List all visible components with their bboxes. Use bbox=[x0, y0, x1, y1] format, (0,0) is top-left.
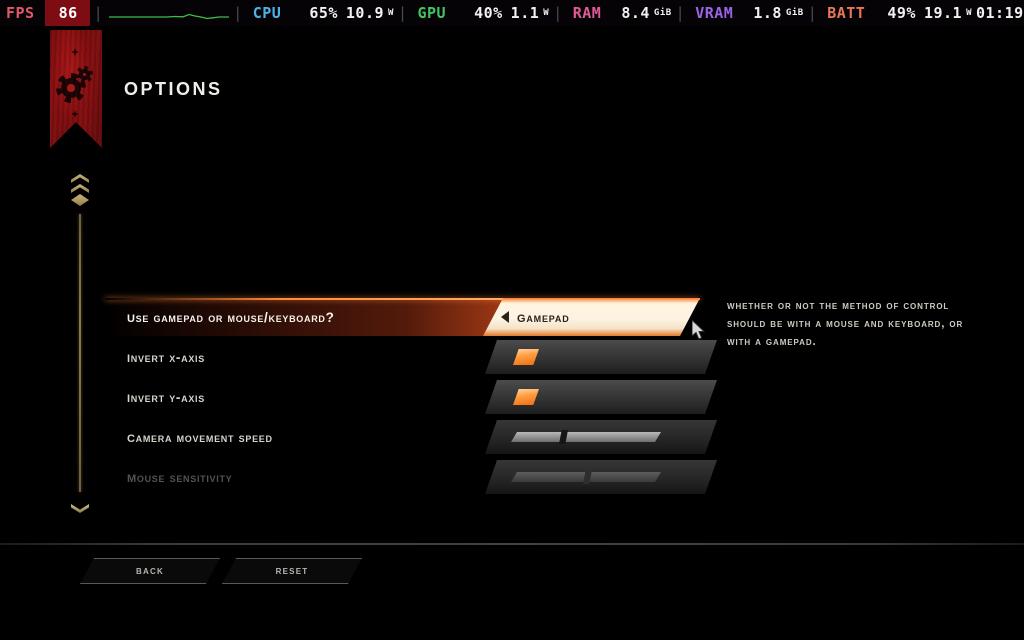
fps-graph bbox=[109, 0, 230, 26]
double-chevron-up-icon[interactable] bbox=[70, 174, 90, 212]
chevron-left-icon[interactable] bbox=[501, 311, 509, 323]
overlay-separator: | bbox=[675, 4, 686, 22]
option-row-invert-y-axis[interactable]: Invert Y-axis bbox=[105, 378, 725, 418]
performance-overlay: FPS 86 | | CPU 65% 10.9 W | GPU 40% 1.1 W … bbox=[0, 0, 1024, 26]
fps-label: FPS bbox=[6, 4, 35, 22]
back-button[interactable]: Back bbox=[80, 558, 220, 584]
option-description: Whether or not the method of control sho… bbox=[727, 300, 964, 348]
toggle-track[interactable] bbox=[485, 380, 717, 414]
option-label: Invert X-axis bbox=[127, 349, 205, 366]
overlay-separator: | bbox=[93, 4, 104, 22]
toggle-track[interactable] bbox=[485, 340, 717, 374]
battery-power: 19.1 bbox=[923, 4, 963, 22]
page-title: OPTIONS bbox=[124, 79, 223, 99]
option-row-invert-x-axis[interactable]: Invert X-axis bbox=[105, 338, 725, 378]
option-row-camera-movement-speed[interactable]: Camera movement speed bbox=[105, 418, 725, 458]
vram-unit: GiB bbox=[785, 8, 804, 18]
options-scrollbar[interactable] bbox=[70, 174, 90, 530]
gear-large-icon bbox=[56, 73, 86, 103]
diamond-ornament-icon bbox=[71, 110, 79, 118]
diamond-ornament-icon bbox=[71, 48, 79, 56]
double-chevron-down-icon[interactable] bbox=[70, 504, 90, 524]
option-label: Camera movement speed bbox=[127, 429, 273, 446]
reset-button[interactable]: Reset bbox=[222, 558, 362, 584]
gpu-usage-value: 40% bbox=[474, 4, 503, 22]
mouse-cursor bbox=[691, 318, 708, 342]
ram-label: RAM bbox=[572, 4, 602, 22]
overlay-separator: | bbox=[807, 4, 818, 22]
gpu-power-value: 1.1 bbox=[510, 4, 540, 22]
option-value-text: Gamepad bbox=[517, 309, 570, 326]
gpu-label: GPU bbox=[417, 4, 447, 22]
overlay-separator: | bbox=[233, 4, 243, 22]
options-banner bbox=[50, 30, 102, 148]
battery-time-remaining: 01:19 bbox=[975, 4, 1024, 22]
battery-percent: 49% bbox=[887, 4, 916, 22]
toggle-indicator[interactable] bbox=[513, 349, 539, 365]
ram-unit: GiB bbox=[653, 8, 672, 18]
fps-value: 86 bbox=[44, 0, 90, 26]
option-label: Mouse Sensitivity bbox=[127, 469, 233, 486]
cpu-label: CPU bbox=[252, 4, 282, 22]
slider-track bbox=[485, 460, 717, 494]
options-list: Use Gamepad or Mouse/Keyboard? Gamepad I… bbox=[105, 298, 725, 498]
footer-divider bbox=[0, 543, 1024, 545]
option-row-mouse-sensitivity: Mouse Sensitivity bbox=[105, 458, 725, 498]
vram-label: VRAM bbox=[695, 4, 734, 22]
option-label: Use Gamepad or Mouse/Keyboard? bbox=[127, 309, 335, 326]
cpu-usage-value: 65% bbox=[309, 4, 338, 22]
cpu-power-value: 10.9 bbox=[345, 4, 385, 22]
ram-value: 8.4 bbox=[621, 4, 650, 22]
battery-label: BATT bbox=[827, 4, 866, 22]
scrollbar-track[interactable] bbox=[79, 214, 81, 492]
option-row-control-method[interactable]: Use Gamepad or Mouse/Keyboard? Gamepad bbox=[105, 298, 725, 338]
option-label: Invert Y-axis bbox=[127, 389, 205, 406]
overlay-separator: | bbox=[397, 4, 408, 22]
slider-bar[interactable] bbox=[511, 432, 661, 442]
overlay-separator: | bbox=[553, 4, 563, 22]
toggle-indicator[interactable] bbox=[513, 389, 539, 405]
slider-track[interactable] bbox=[485, 420, 717, 454]
gear-small-icon bbox=[76, 66, 93, 83]
option-value-selector[interactable]: Gamepad bbox=[483, 298, 700, 336]
vram-value: 1.8 bbox=[753, 4, 782, 22]
